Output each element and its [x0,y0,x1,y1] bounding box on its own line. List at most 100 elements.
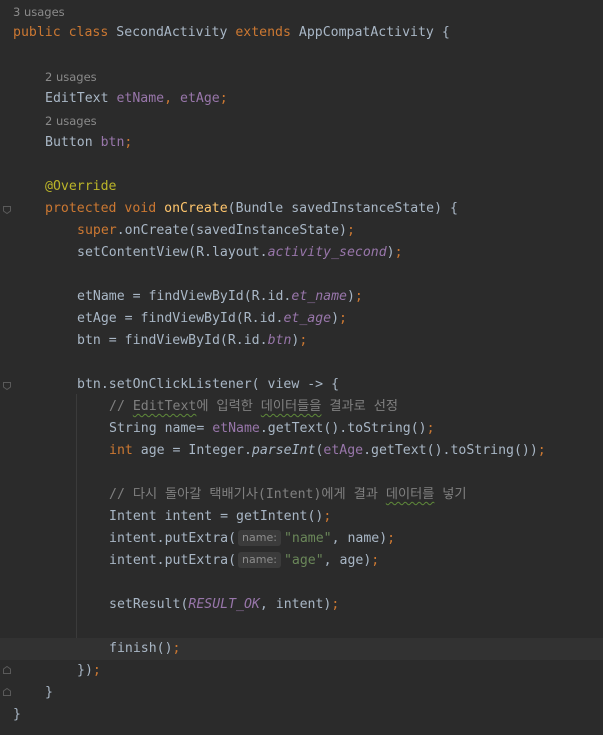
code-text: etName = findViewById(R.id. [77,289,292,304]
code-text: btn = findViewById(R.id. [77,333,268,348]
resource-id: et_name [291,289,347,304]
code-text: ) [386,245,395,260]
code-line[interactable]: intent.putExtra(name: "age", age); [109,550,379,572]
semicolon: ; [346,223,355,238]
comment-line[interactable]: // 다시 돌아갈 택배기사(Intent)에게 결과 데이터를 넣기 [109,484,467,506]
keyword: class [68,25,109,40]
code-line[interactable]: setResult(RESULT_OK, intent); [109,594,339,616]
code-editor[interactable]: 3 usages 2 usages 2 usages public class … [0,0,603,735]
code-text: age = Integer. [132,443,252,458]
comment-text: // 다시 돌아갈 택배기사(Intent)에게 결과 [109,487,386,502]
fold-marker-icon[interactable] [3,206,11,214]
field-name: etAge [180,91,220,106]
semicolon: ; [537,443,546,458]
comment-text: 넣기 [434,487,467,502]
code-text: .onCreate(savedInstanceState) [116,223,347,238]
keyword: protected [45,201,117,216]
keyword: extends [235,25,291,40]
code-line[interactable]: String name= etName.getText().toString()… [109,418,435,440]
semicolon: ; [323,509,332,524]
code-text: intent.putExtra( [109,531,237,546]
code-line[interactable]: setContentView(R.layout.activity_second)… [77,242,403,264]
semicolon: ; [331,597,340,612]
code-text: btn.setOnClickListener( view -> { [77,377,340,392]
class-name: SecondActivity [116,25,228,40]
keyword: public [13,25,61,40]
type-name: Button [45,135,93,150]
code-text: etAge = findViewById(R.id. [77,311,284,326]
code-line[interactable]: protected void onCreate(Bundle savedInst… [45,198,458,220]
semicolon: ; [299,333,308,348]
code-line[interactable]: } [13,704,21,726]
string-literal: "age" [283,553,324,568]
fold-end-marker-icon[interactable] [3,688,11,696]
code-line[interactable]: public class SecondActivity extends AppC… [13,22,450,44]
resource-id: btn [267,333,292,348]
code-text: String name= [109,421,213,436]
resource-id: et_age [283,311,332,326]
current-line-highlight [0,638,603,660]
usages-hint[interactable]: 2 usages [45,113,97,129]
code-text: }) [77,663,93,678]
field-name: etName [212,421,260,436]
code-line[interactable]: int age = Integer.parseInt(etAge.getText… [109,440,546,462]
usages-hint[interactable]: 3 usages [13,4,65,20]
semicolon: ; [394,245,403,260]
keyword: int [109,443,133,458]
code-line[interactable]: } [45,682,53,704]
code-text: Intent intent = getIntent() [109,509,324,524]
comment-text: // [109,399,133,414]
usages-hint[interactable]: 2 usages [45,69,97,85]
brace: { [433,25,450,40]
code-text: setContentView(R.layout. [77,245,268,260]
comment-line[interactable]: // EditText에 입력한 데이터들을 결과로 선정 [109,396,398,418]
code-line[interactable]: }); [77,660,101,682]
method-name: onCreate [164,201,228,216]
code-text: , name) [331,531,388,546]
comment-text: 에 입력한 [196,399,261,414]
parameter-hint: name: [238,552,281,568]
code-line[interactable]: Button btn; [45,132,132,154]
semicolon: ; [426,421,435,436]
code-text: .getText().toString()) [363,443,538,458]
semicolon: ; [219,91,228,106]
code-line[interactable]: btn = findViewById(R.id.btn); [77,330,307,352]
code-line[interactable]: finish(); [109,638,180,660]
keyword: void [124,201,157,216]
code-line[interactable]: btn.setOnClickListener( view -> { [77,374,339,396]
semicolon: ; [387,531,396,546]
code-line[interactable]: intent.putExtra(name: "name", name); [109,528,395,550]
code-text: .getText().toString() [259,421,427,436]
comment-text: 데이터들을 [260,399,322,414]
semicolon: ; [354,289,363,304]
field-name: btn [100,135,125,150]
code-text: setResult( [109,597,189,612]
semicolon: ; [172,641,181,656]
comment-text: 데이터를 [385,487,435,502]
parameter-hint: name: [238,530,281,546]
semicolon: ; [92,663,101,678]
parameters: (Bundle savedInstanceState) { [227,201,458,216]
code-text: , intent) [259,597,332,612]
class-name: AppCompatActivity [298,25,434,40]
fold-marker-icon[interactable] [3,382,11,390]
code-line[interactable]: etAge = findViewById(R.id.et_age); [77,308,347,330]
string-literal: "name" [283,531,332,546]
comment-text: 결과로 선정 [321,399,398,414]
code-line[interactable]: @Override [45,176,116,198]
fold-end-marker-icon[interactable] [3,666,11,674]
code-text: } [45,685,53,700]
code-text: ) [331,311,340,326]
semicolon: ; [371,553,380,568]
type-name: EditText [45,91,109,106]
code-text: finish() [109,641,173,656]
code-line[interactable]: etName = findViewById(R.id.et_name); [77,286,363,308]
comment-text: EditText [132,399,197,414]
keyword: super [77,223,117,238]
code-line[interactable]: super.onCreate(savedInstanceState); [77,220,355,242]
resource-id: activity_second [267,245,387,260]
indent-guide [76,394,77,638]
semicolon: ; [124,135,133,150]
code-line[interactable]: EditText etName, etAge; [45,88,228,110]
code-line[interactable]: Intent intent = getIntent(); [109,506,331,528]
